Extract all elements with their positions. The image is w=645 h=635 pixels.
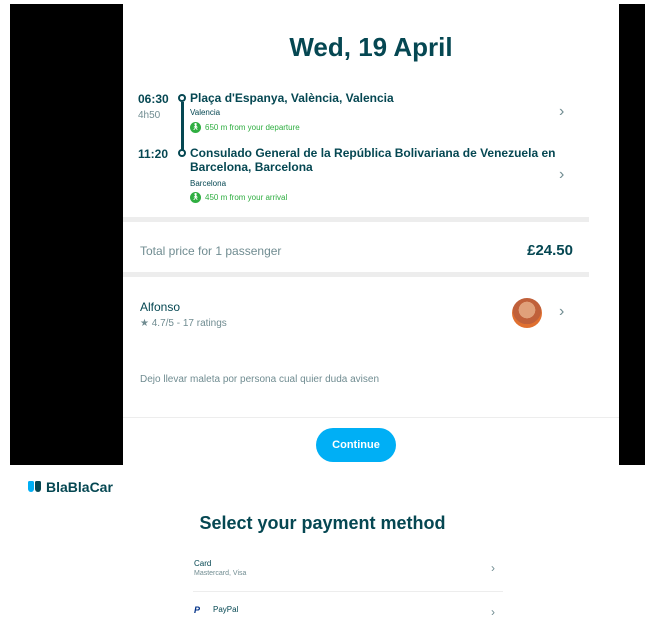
section-divider xyxy=(123,272,589,277)
brand-name: BlaBlaCar xyxy=(46,479,113,495)
continue-button[interactable]: Continue xyxy=(316,428,396,462)
blablacar-logo[interactable]: BlaBlaCar xyxy=(28,479,113,495)
trip-date: Wed, 19 April xyxy=(289,32,453,62)
payment-option-paypal[interactable]: P PayPal › xyxy=(183,595,513,635)
departure-dot xyxy=(178,94,186,102)
payment-title: Select your payment method xyxy=(199,513,446,533)
arrival-chevron-icon[interactable]: › xyxy=(559,166,564,184)
arrival-time: 11:20 xyxy=(138,147,169,161)
card-label: Card xyxy=(194,559,212,568)
arrival-walk-text: 450 m from your arrival xyxy=(205,193,288,202)
total-price-label: Total price for 1 passenger xyxy=(140,244,282,258)
payment-option-card[interactable]: Card Mastercard, Visa › xyxy=(183,551,513,591)
arrival-dot xyxy=(178,149,186,157)
route-line xyxy=(181,102,184,152)
arrival-place-line1: Consulado General de la República Boliva… xyxy=(190,146,556,160)
driver-message: Dejo llevar maleta por persona cual quie… xyxy=(140,374,380,385)
chevron-right-icon: › xyxy=(491,561,495,575)
payment-screen: BlaBlaCar Select your payment method Car… xyxy=(0,465,645,635)
paypal-icon: P xyxy=(194,605,201,615)
trip-panel: Wed, 19 April 06:30 4h50 Plaça d'Espanya… xyxy=(123,4,619,465)
driver-name[interactable]: Alfonso xyxy=(140,300,180,314)
trip-duration: 4h50 xyxy=(138,110,161,121)
arrival-walk-distance: 🚶︎ 450 m from your arrival xyxy=(190,192,287,203)
departure-city: Valencia xyxy=(190,108,221,117)
driver-chevron-icon[interactable]: › xyxy=(559,303,564,321)
letterbox-left xyxy=(10,4,123,465)
walking-icon: 🚶︎ xyxy=(190,192,201,203)
departure-chevron-icon[interactable]: › xyxy=(559,103,564,121)
driver-rating: ★ 4.7/5 - 17 ratings xyxy=(140,318,227,329)
chevron-right-icon: › xyxy=(491,605,495,619)
trip-summary-screen: Wed, 19 April 06:30 4h50 Plaça d'Espanya… xyxy=(0,0,645,465)
blablacar-logo-icon xyxy=(28,481,43,493)
walking-icon: 🚶︎ xyxy=(190,122,201,133)
card-subtitle: Mastercard, Visa xyxy=(194,570,247,577)
paypal-label: PayPal xyxy=(213,605,239,614)
departure-walk-text: 650 m from your departure xyxy=(205,123,300,132)
departure-walk-distance: 🚶︎ 650 m from your departure xyxy=(190,122,300,133)
departure-time: 06:30 xyxy=(138,92,169,106)
arrival-place-line2: Barcelona, Barcelona xyxy=(190,160,313,174)
total-price-value: £24.50 xyxy=(527,242,573,259)
driver-avatar[interactable] xyxy=(512,298,542,328)
arrival-place: Consulado General de la República Boliva… xyxy=(190,146,555,174)
letterbox-right xyxy=(619,4,645,465)
footer-divider xyxy=(123,417,619,418)
payment-divider xyxy=(193,591,503,592)
departure-place: Plaça d'Espanya, València, Valencia xyxy=(190,91,394,105)
section-divider xyxy=(123,217,589,222)
arrival-city: Barcelona xyxy=(190,179,227,188)
